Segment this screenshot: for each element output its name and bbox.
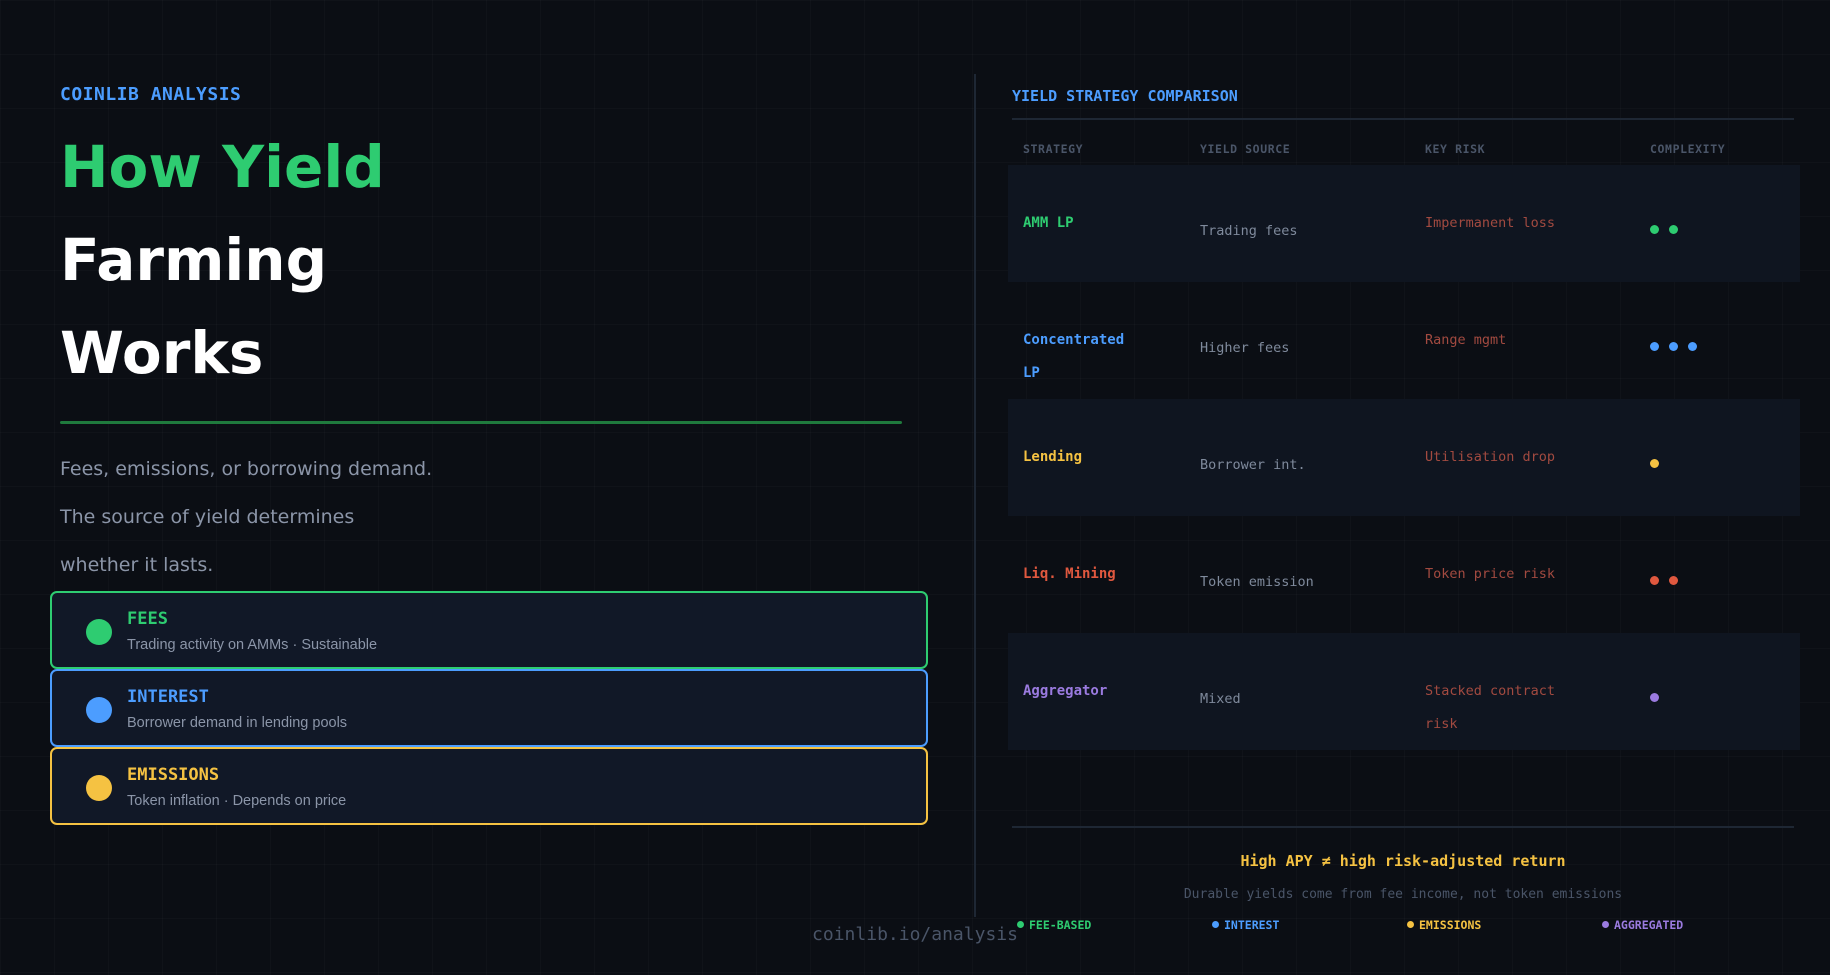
- comparison-title-rule: [1012, 118, 1794, 120]
- header-strategy: STRATEGY: [1023, 142, 1084, 156]
- header-yield-source: YIELD SOURCE: [1200, 142, 1291, 156]
- source-card-title: FEES: [127, 609, 168, 629]
- row-key-risk: Stacked contract risk: [1425, 683, 1556, 732]
- complexity-dot-icon: [1650, 576, 1659, 585]
- row-strategy: AMM LP: [1023, 215, 1074, 231]
- page-title-line-2: Farming: [60, 226, 328, 294]
- row-yield-source: Borrower int.: [1200, 457, 1306, 473]
- row-strategy: Concentrated LP: [1023, 332, 1125, 381]
- page-title-line-3: Works: [60, 319, 264, 387]
- source-card-fees: FEES Trading activity on AMMs · Sustaina…: [50, 591, 928, 669]
- source-card-emissions: EMISSIONS Token inflation · Depends on p…: [50, 747, 928, 825]
- complexity-dot-icon: [1688, 342, 1697, 351]
- footer-url: coinlib.io/analysis: [812, 924, 1018, 945]
- row-yield-source: Mixed: [1200, 691, 1241, 707]
- title-divider: [60, 421, 902, 424]
- complexity-dots: [1650, 459, 1659, 468]
- row-strategy: Liq. Mining: [1023, 566, 1116, 582]
- table-row: Concentrated LP Higher fees Range mgmt: [1008, 282, 1800, 399]
- row-strategy: Aggregator: [1023, 683, 1108, 699]
- complexity-dots: [1650, 225, 1678, 234]
- row-key-risk: Utilisation drop: [1425, 449, 1556, 465]
- subtitle-line-1: Fees, emissions, or borrowing demand.: [60, 458, 433, 480]
- header-key-risk: KEY RISK: [1425, 142, 1486, 156]
- subtitle-line-3: whether it lasts.: [60, 554, 214, 576]
- source-card-subtitle: Trading activity on AMMs · Sustainable: [127, 637, 378, 653]
- source-card-subtitle: Borrower demand in lending pools: [127, 715, 348, 731]
- complexity-dot-icon: [1669, 576, 1678, 585]
- row-strategy: Lending: [1023, 449, 1083, 465]
- complexity-dot-icon: [1650, 693, 1659, 702]
- source-card-title: EMISSIONS: [127, 765, 220, 785]
- fees-dot-icon: [86, 619, 112, 645]
- note-subtext: Durable yields come from fee income, not…: [1183, 887, 1623, 902]
- row-key-risk: Token price risk: [1425, 566, 1556, 582]
- table-row: Lending Borrower int. Utilisation drop: [1008, 399, 1800, 516]
- row-yield-source: Trading fees: [1200, 223, 1298, 239]
- row-key-risk: Impermanent loss: [1425, 215, 1556, 231]
- table-row: Liq. Mining Token emission Token price r…: [1008, 516, 1800, 633]
- complexity-dot-icon: [1650, 459, 1659, 468]
- row-key-risk: Range mgmt: [1425, 332, 1507, 348]
- table-row: Aggregator Mixed Stacked contract risk: [1008, 633, 1800, 750]
- header-complexity: COMPLEXITY: [1650, 142, 1726, 156]
- complexity-dots: [1650, 576, 1678, 585]
- source-card-interest: INTEREST Borrower demand in lending pool…: [50, 669, 928, 747]
- interest-dot-icon: [86, 697, 112, 723]
- note-headline: High APY ≠ high risk-adjusted return: [1240, 852, 1566, 870]
- source-card-title: INTEREST: [127, 687, 209, 707]
- complexity-dots: [1650, 693, 1659, 702]
- page-title-line-1: How Yield: [60, 133, 385, 201]
- brand-label: COINLIB ANALYSIS: [60, 84, 242, 105]
- complexity-dot-icon: [1650, 342, 1659, 351]
- row-yield-source: Token emission: [1200, 574, 1314, 590]
- row-yield-source: Higher fees: [1200, 340, 1290, 356]
- complexity-dots: [1650, 342, 1697, 351]
- complexity-dot-icon: [1669, 225, 1678, 234]
- note-rule: [1012, 826, 1794, 828]
- table-row: AMM LP Trading fees Impermanent loss: [1008, 165, 1800, 282]
- complexity-dot-icon: [1669, 342, 1678, 351]
- subtitle-line-2: The source of yield determines: [60, 506, 355, 528]
- comparison-title: YIELD STRATEGY COMPARISON: [1012, 87, 1238, 105]
- source-card-subtitle: Token inflation · Depends on price: [127, 793, 347, 809]
- panel-divider: [974, 74, 976, 917]
- emissions-dot-icon: [86, 775, 112, 801]
- complexity-dot-icon: [1650, 225, 1659, 234]
